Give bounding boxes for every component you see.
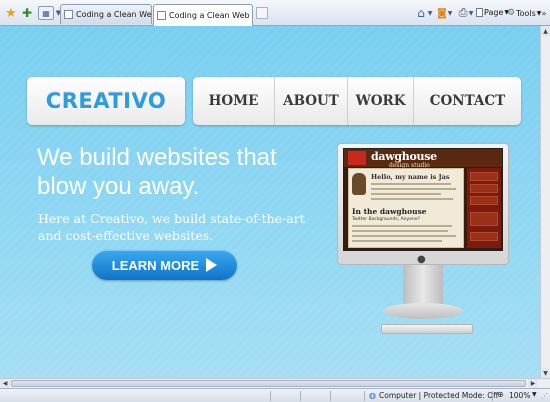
status-bar: ◍ Computer | Protected Mode: Off ⊕ 100% … — [0, 388, 550, 402]
text-line — [352, 240, 442, 242]
page-favicon-icon — [64, 10, 73, 19]
scroll-down-arrow-icon[interactable]: ▼ — [541, 368, 550, 378]
nav-item-contact[interactable]: CONTACT — [414, 77, 521, 125]
showcase-screenshot: dawghouse design studio Hello, my name i… — [343, 148, 503, 251]
page-viewport: CREATIVO HOME ABOUT WORK CONTACT We buil… — [0, 26, 540, 378]
horizontal-scroll-thumb[interactable] — [11, 380, 526, 387]
arrow-right-icon — [206, 258, 218, 272]
text-line — [352, 235, 456, 237]
tools-gear-icon: ⚙ — [507, 8, 516, 18]
zoom-dropdown-icon[interactable]: ▼ — [532, 391, 537, 398]
showcase-sidebar — [467, 168, 501, 248]
scroll-up-arrow-icon[interactable]: ▲ — [541, 26, 550, 36]
text-line — [371, 198, 453, 200]
learn-more-button[interactable]: LEARN MORE — [92, 250, 237, 280]
status-divider — [364, 391, 365, 401]
browser-toolbar: ★ ✚ ▦ ▼ Coding a Clean Web 2.0 Styl... C… — [0, 0, 550, 26]
text-line — [352, 225, 452, 227]
vertical-scrollbar[interactable]: ▲ ▼ — [540, 26, 550, 378]
nav-item-work[interactable]: WORK — [348, 77, 414, 125]
keyboard — [381, 324, 473, 334]
apple-logo-icon: ● — [417, 254, 426, 265]
showcase-content: Hello, my name is Jas In the dawghouse T… — [348, 168, 464, 248]
status-divider — [270, 391, 271, 401]
browser-tab-active[interactable]: Coding a Clean Web 2.0 ... ✕ — [153, 4, 253, 26]
status-divider — [300, 391, 301, 401]
tab-title: Coding a Clean Web 2.0 Styl... — [76, 10, 152, 19]
status-divider — [330, 391, 331, 401]
quick-tabs-button[interactable]: ▦ — [38, 6, 54, 20]
home-dropdown-icon[interactable]: ▼ — [427, 6, 433, 20]
page-menu-label: Page — [484, 8, 504, 17]
tab-title: Coding a Clean Web 2.0 ... — [169, 11, 252, 20]
sidebar-block — [470, 196, 498, 205]
monitor-mockup: dawghouse design studio Hello, my name i… — [337, 143, 509, 338]
learn-more-label: LEARN MORE — [111, 257, 200, 273]
hero-headline: We build websites that blow you away. — [37, 144, 277, 200]
sidebar-block — [470, 172, 498, 181]
status-divider — [492, 391, 493, 401]
page-icon — [476, 8, 483, 17]
security-zone-text[interactable]: Computer | Protected Mode: Off — [379, 391, 498, 400]
page-favicon-icon — [157, 11, 166, 20]
scroll-right-arrow-icon[interactable]: ▶ — [528, 379, 538, 388]
zoom-icon[interactable]: ⊕ — [497, 390, 504, 399]
text-line — [371, 183, 451, 185]
print-dropdown-icon[interactable]: ▼ — [468, 6, 474, 20]
globe-icon: ◍ — [369, 391, 376, 400]
text-line — [371, 188, 456, 190]
hero-subtext: Here at Creativo, we build state-of-the-… — [38, 211, 305, 243]
monitor-foot — [383, 303, 463, 319]
home-icon[interactable]: ⌂ — [414, 6, 428, 20]
text-line — [371, 193, 441, 195]
monitor-bezel: dawghouse design studio Hello, my name i… — [337, 143, 509, 265]
add-favorites-icon[interactable]: ✚ — [20, 6, 34, 20]
showcase-greeting: Hello, my name is Jas — [371, 173, 450, 181]
sidebar-block — [470, 232, 498, 241]
favorites-star-icon[interactable]: ★ — [4, 6, 18, 21]
page-menu-button[interactable]: Page ▼ — [476, 8, 509, 17]
sidebar-block — [470, 212, 498, 226]
browser-tab[interactable]: Coding a Clean Web 2.0 Styl... — [60, 4, 152, 24]
resize-grip-icon[interactable]: ⋰ — [541, 392, 548, 400]
text-line — [352, 230, 448, 232]
new-tab-button[interactable] — [256, 7, 268, 19]
main-nav: HOME ABOUT WORK CONTACT — [193, 77, 521, 125]
logo-container[interactable]: CREATIVO — [27, 77, 185, 125]
zoom-level[interactable]: 100% — [509, 391, 530, 400]
nav-item-home[interactable]: HOME — [193, 77, 275, 125]
nav-item-about[interactable]: ABOUT — [275, 77, 348, 125]
dog-character-icon — [352, 173, 366, 195]
scroll-left-arrow-icon[interactable]: ◀ — [0, 379, 10, 388]
sidebar-block — [470, 184, 498, 193]
tools-menu-button[interactable]: ⚙ Tools ▼ — [507, 8, 541, 18]
toolbar-overflow-icon[interactable]: » — [539, 6, 549, 20]
site-logo[interactable]: CREATIVO — [46, 89, 166, 113]
showcase-logo-icon — [348, 151, 366, 165]
showcase-section-sub: Twitter Backgrounds, Anyone? — [352, 217, 420, 222]
feeds-dropdown-icon[interactable]: ▼ — [447, 6, 453, 20]
horizontal-scrollbar[interactable]: ◀ ▶ — [0, 378, 550, 388]
tools-menu-label: Tools — [516, 8, 536, 18]
showcase-section-heading: In the dawghouse — [352, 207, 427, 216]
